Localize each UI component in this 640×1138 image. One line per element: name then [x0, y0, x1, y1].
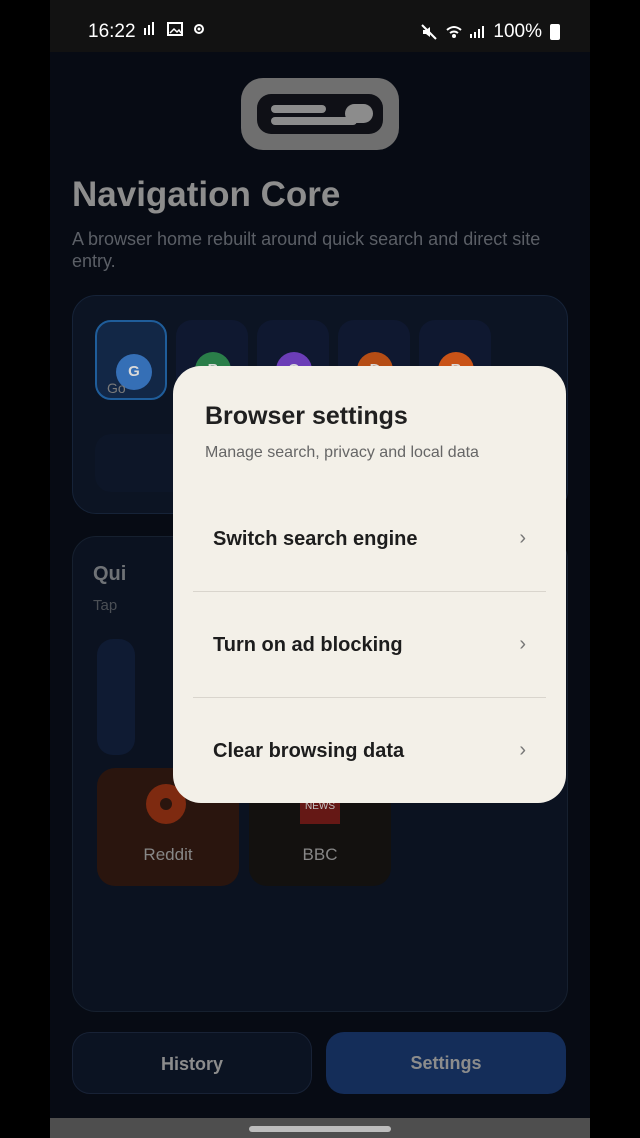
home-indicator[interactable]: [249, 1126, 391, 1132]
cell-signal-icon: [469, 24, 485, 40]
mute-icon: [421, 24, 438, 40]
quick-tile[interactable]: [97, 639, 135, 755]
battery-percentage: 100%: [493, 21, 542, 42]
dialog-item-label: Turn on ad blocking: [213, 634, 403, 656]
settings-gear-icon: [191, 21, 207, 37]
clear-browsing-data-item[interactable]: Clear browsing data ›: [193, 724, 546, 780]
switch-search-engine-item[interactable]: Switch search engine ›: [193, 512, 546, 568]
status-right: 100%: [421, 21, 560, 43]
logo-line: [271, 105, 326, 113]
dialog-title: Browser settings: [205, 402, 408, 430]
settings-button[interactable]: Settings: [326, 1032, 566, 1094]
page-title: Navigation Core: [72, 175, 341, 214]
logo-dot: [345, 104, 373, 123]
page-subtitle: A browser home rebuilt around quick sear…: [72, 229, 541, 271]
quick-subtitle: Tap: [93, 597, 118, 614]
status-bar: 16:22 100%: [50, 0, 590, 52]
history-button[interactable]: History: [72, 1032, 312, 1094]
chevron-right-icon: ›: [519, 527, 526, 549]
logo-inner: [257, 94, 383, 134]
logo-line: [271, 117, 357, 125]
ad-blocking-item[interactable]: Turn on ad blocking ›: [193, 618, 546, 674]
chevron-right-icon: ›: [519, 633, 526, 655]
dialog-subtitle: Manage search, privacy and local data: [205, 444, 479, 461]
status-left-icons: [143, 21, 207, 37]
quick-title: Qui: [93, 563, 127, 585]
engine-label: Go: [107, 380, 126, 396]
phone-screen: 16:22 100% Navigation Core A browser hom…: [50, 0, 590, 1138]
signal-icon: [143, 21, 159, 37]
app-logo: [241, 78, 399, 150]
chevron-right-icon: ›: [519, 739, 526, 761]
battery-icon: [550, 24, 560, 40]
divider: [193, 697, 546, 698]
dialog-item-label: Clear browsing data: [213, 740, 405, 762]
browser-settings-dialog: Browser settings Manage search, privacy …: [173, 366, 566, 803]
dialog-item-label: Switch search engine: [213, 528, 418, 550]
tile-label: Reddit: [143, 845, 193, 864]
engine-chip-google[interactable]: G Go: [95, 320, 167, 400]
divider: [193, 591, 546, 592]
status-time: 16:22: [88, 21, 136, 42]
wifi-icon: [445, 24, 463, 40]
tile-label: BBC: [302, 845, 338, 864]
gallery-icon: [167, 21, 183, 37]
